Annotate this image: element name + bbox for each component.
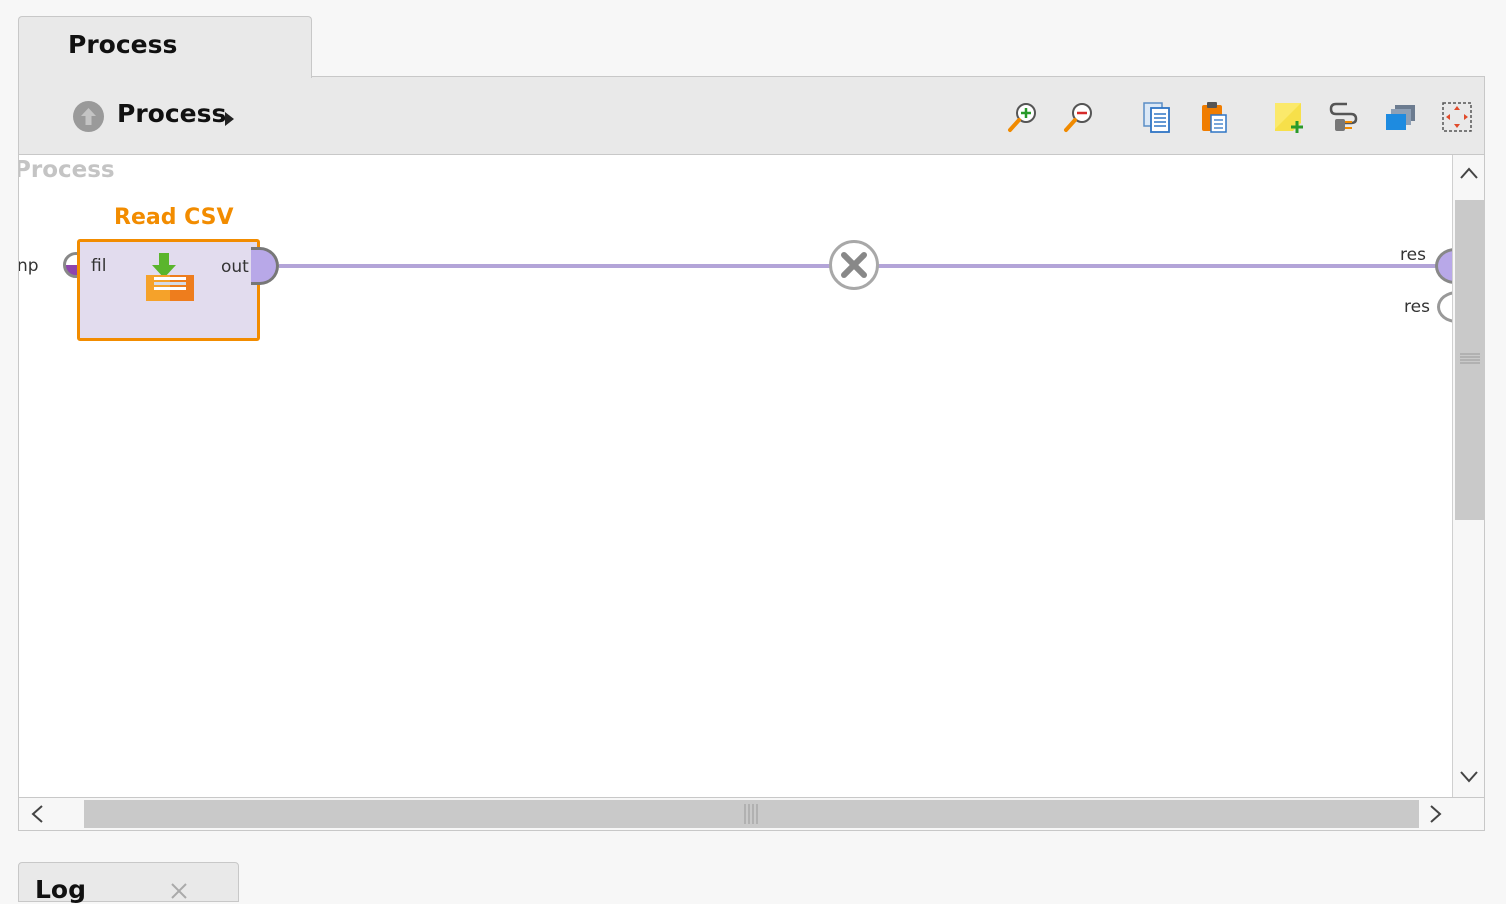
process-input-port-label: np	[19, 256, 39, 276]
process-toolbar: Process	[19, 77, 1484, 155]
close-icon[interactable]	[169, 881, 189, 901]
zoom-in-button[interactable]	[1005, 99, 1041, 135]
grip-icon	[744, 804, 758, 824]
operator-input-port-label: fil	[91, 256, 107, 276]
delete-connection-button[interactable]	[829, 240, 879, 290]
tab-process[interactable]: Process	[18, 16, 312, 78]
zoom-out-button[interactable]	[1061, 99, 1097, 135]
canvas-process-watermark: Process	[19, 157, 115, 183]
breadcrumb-process[interactable]: Process	[117, 99, 226, 128]
result-port-label: res	[1400, 245, 1426, 265]
paste-button[interactable]	[1195, 99, 1231, 135]
operator-output-port[interactable]	[251, 247, 279, 285]
scroll-down-icon[interactable]	[1459, 769, 1479, 785]
zoom-out-icon	[1064, 103, 1092, 132]
scroll-right-icon[interactable]	[1428, 804, 1444, 824]
copy-button[interactable]	[1139, 99, 1175, 135]
grip-icon	[1460, 353, 1480, 364]
tab-log[interactable]: Log	[18, 862, 239, 904]
process-canvas[interactable]: Process np Read CSV fil out res res	[19, 155, 1452, 797]
fit-to-view-button[interactable]	[1439, 99, 1475, 135]
tab-process-label: Process	[68, 30, 178, 59]
read-csv-icon	[146, 253, 194, 301]
add-note-button[interactable]	[1271, 99, 1307, 135]
auto-wire-button[interactable]	[1327, 99, 1363, 135]
add-note-icon	[1275, 103, 1303, 133]
scroll-left-icon[interactable]	[29, 804, 45, 824]
result-port-connected[interactable]	[1435, 248, 1452, 284]
fit-to-view-icon	[1442, 102, 1472, 132]
vertical-scrollbar[interactable]	[1452, 155, 1485, 797]
breadcrumb-expand-icon[interactable]	[225, 112, 234, 126]
paste-icon	[1202, 102, 1227, 133]
operator-output-port-label: out	[221, 257, 249, 277]
parent-process-button[interactable]	[73, 101, 104, 132]
horizontal-scrollbar[interactable]	[19, 797, 1484, 830]
copy-icon	[1143, 102, 1170, 133]
vertical-scroll-thumb[interactable]	[1455, 200, 1485, 520]
result-port-label: res	[1404, 297, 1430, 317]
arrow-up-icon	[81, 108, 96, 125]
auto-wire-icon	[1329, 102, 1358, 131]
scroll-up-icon[interactable]	[1459, 165, 1479, 181]
arrange-layers-button[interactable]	[1383, 99, 1419, 135]
close-icon	[841, 252, 867, 278]
process-panel: Process Process np Read CSV fil out res …	[18, 76, 1485, 831]
tab-log-label: Log	[35, 875, 87, 904]
operator-read-csv[interactable]: fil out	[77, 239, 260, 341]
operator-title: Read CSV	[114, 205, 234, 230]
result-port-empty[interactable]	[1437, 291, 1452, 323]
zoom-in-icon	[1008, 103, 1036, 132]
horizontal-scroll-thumb[interactable]	[84, 800, 1419, 828]
arrange-layers-icon	[1386, 105, 1415, 130]
